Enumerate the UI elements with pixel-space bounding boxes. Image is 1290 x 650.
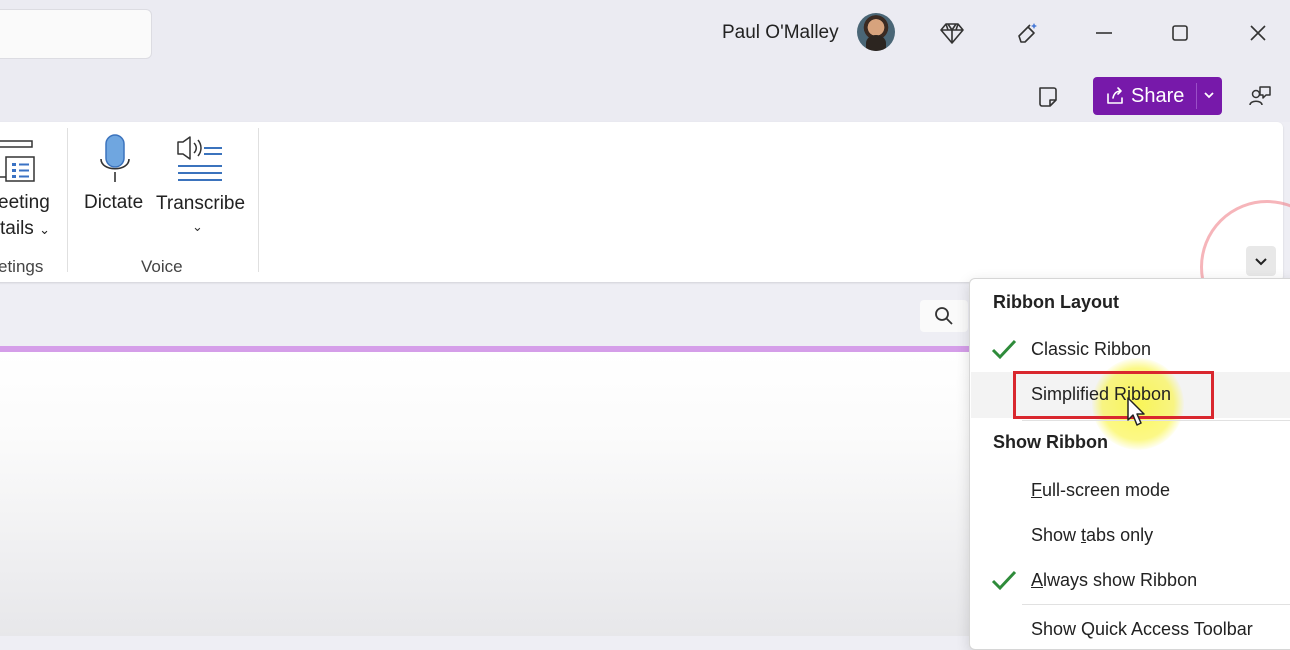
meeting-details-label-2[interactable]: tails ⌄ [0, 218, 50, 240]
chevron-down-icon[interactable] [1201, 87, 1217, 103]
checkmark-icon [991, 570, 1017, 591]
group-separator [67, 128, 68, 272]
mouse-cursor-icon [1127, 397, 1145, 426]
menu-divider [1022, 604, 1290, 605]
avatar[interactable] [857, 13, 895, 51]
always-show-ribbon-option[interactable]: Always show Ribbon [1031, 570, 1197, 591]
meeting-details-icon [0, 137, 40, 185]
comments-icon[interactable] [1245, 82, 1275, 112]
full-screen-mode-option[interactable]: Full-screen mode [1031, 480, 1170, 501]
microphone-icon[interactable] [97, 132, 133, 184]
maximize-icon[interactable] [1165, 18, 1195, 48]
transcribe-label[interactable]: Transcribe [156, 193, 245, 215]
show-tabs-only-option[interactable]: Show tabs only [1031, 525, 1153, 546]
menu-divider [1022, 420, 1290, 421]
classic-ribbon-option[interactable]: Classic Ribbon [1031, 339, 1151, 360]
show-ribbon-heading: Show Ribbon [993, 432, 1108, 452]
diamond-icon[interactable] [937, 18, 967, 48]
share-icon [1107, 87, 1123, 104]
search-box[interactable] [0, 9, 152, 59]
page-search-button[interactable] [920, 300, 968, 332]
meeting-details-label-1[interactable]: eeting [0, 192, 50, 214]
show-quick-access-toolbar-option[interactable]: Show Quick Access Toolbar [1031, 619, 1253, 640]
group-separator [258, 128, 259, 272]
share-label: Share [1131, 84, 1185, 107]
ribbon-layout-heading: Ribbon Layout [993, 292, 1119, 312]
transcribe-icon[interactable] [175, 134, 225, 184]
checkmark-icon [991, 339, 1017, 360]
close-icon[interactable] [1243, 18, 1273, 48]
dictate-label[interactable]: Dictate [84, 192, 143, 214]
notebook-icon[interactable] [1033, 82, 1063, 112]
share-separator [1196, 83, 1197, 109]
ribbon-display-menu [969, 278, 1290, 650]
search-icon [935, 307, 953, 325]
user-name[interactable]: Paul O'Malley [722, 22, 839, 44]
meetings-group-label: etings [0, 257, 44, 276]
chevron-down-icon[interactable]: ⌄ [192, 219, 203, 235]
share-button[interactable]: Share [1093, 77, 1222, 115]
voice-group-label: Voice [141, 257, 183, 276]
pen-sparkle-icon[interactable] [1013, 18, 1043, 48]
minimize-icon[interactable] [1089, 18, 1119, 48]
annotation-box [1013, 371, 1214, 419]
